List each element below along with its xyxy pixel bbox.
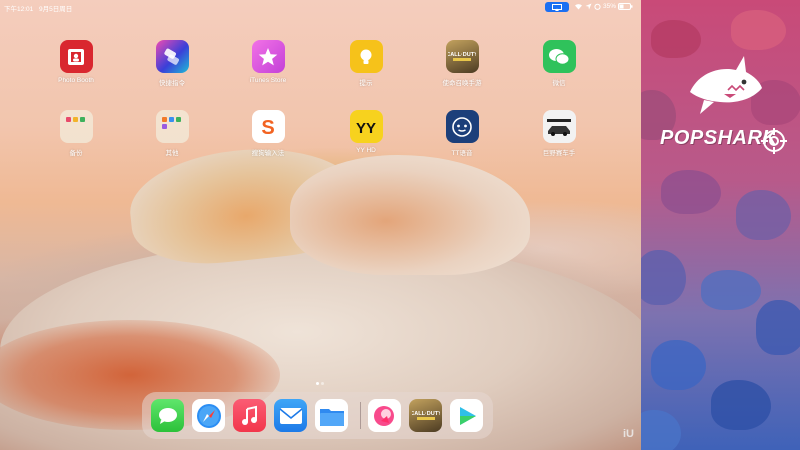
svg-text:YY: YY bbox=[356, 120, 376, 135]
camo-patch bbox=[731, 10, 786, 50]
app-sogou[interactable]: S 搜狗输入法 bbox=[238, 110, 298, 157]
camo-patch bbox=[661, 170, 721, 214]
app-label: 备份 bbox=[69, 150, 83, 157]
ipad-screen: 下午12:01 9月5日周日 35% Photo Booth 快捷指令 iTun… bbox=[0, 0, 641, 450]
dock-divider bbox=[360, 402, 361, 429]
wifi-icon bbox=[575, 4, 582, 10]
folder-other[interactable]: 其他 bbox=[142, 110, 202, 157]
dock-music-icon[interactable] bbox=[233, 399, 266, 432]
camo-patch bbox=[651, 20, 701, 58]
dock: CALL·DUTY bbox=[142, 392, 493, 439]
shortcuts-icon bbox=[155, 40, 189, 73]
location-icon bbox=[585, 3, 592, 10]
app-label: YY HD bbox=[356, 147, 376, 154]
camo-patch bbox=[641, 250, 686, 305]
camo-patch bbox=[756, 300, 800, 355]
wallpaper-rock bbox=[290, 155, 530, 275]
app-wechat[interactable]: 微信 bbox=[529, 40, 589, 87]
app-yy-hd[interactable]: YY YY HD bbox=[336, 110, 396, 154]
app-label: 其他 bbox=[165, 150, 179, 157]
app-label: iTunes Store bbox=[249, 77, 287, 84]
dock-call-of-duty-icon[interactable]: CALL·DUTY bbox=[409, 399, 442, 432]
dock-files-icon[interactable] bbox=[315, 399, 348, 432]
dock-mail-icon[interactable] bbox=[274, 399, 307, 432]
status-date: 9月5日周日 bbox=[39, 6, 73, 13]
watermark: iU bbox=[623, 428, 634, 440]
app-call-of-duty[interactable]: CALL·DUTY 使命召唤手游 bbox=[432, 40, 492, 87]
camo-patch bbox=[736, 190, 791, 240]
dock-messages-icon[interactable] bbox=[151, 399, 184, 432]
svg-text:CALL·DUTY: CALL·DUTY bbox=[412, 411, 440, 417]
app-itunes-store[interactable]: iTunes Store bbox=[238, 40, 298, 84]
page-dot bbox=[321, 382, 324, 385]
folder-icon bbox=[59, 110, 93, 143]
app-racing-game[interactable]: 巨野赛车手 bbox=[529, 110, 589, 157]
app-shortcuts[interactable]: 快捷指令 bbox=[142, 40, 202, 87]
dock-live-app-icon[interactable] bbox=[368, 399, 401, 432]
dock-video-player-icon[interactable] bbox=[450, 399, 483, 432]
photo-booth-icon bbox=[59, 40, 93, 73]
yy-icon: YY bbox=[349, 110, 383, 143]
racing-game-icon bbox=[542, 110, 576, 143]
folder-backup[interactable]: 备份 bbox=[46, 110, 106, 157]
app-label: TT语音 bbox=[451, 150, 473, 157]
call-of-duty-icon: CALL·DUTY bbox=[445, 40, 479, 73]
app-label: 快捷指令 bbox=[159, 80, 185, 87]
battery-percentage: 35% bbox=[603, 3, 617, 10]
camo-patch bbox=[711, 380, 771, 430]
app-label: Photo Booth bbox=[58, 77, 94, 84]
svg-text:S: S bbox=[261, 117, 274, 138]
app-label: 搜狗输入法 bbox=[251, 150, 285, 157]
app-label: 提示 bbox=[359, 80, 373, 87]
crosshair-icon bbox=[761, 128, 787, 154]
app-label: 微信 bbox=[552, 80, 566, 87]
itunes-store-icon bbox=[251, 40, 285, 73]
svg-text:CALL·DUTY: CALL·DUTY bbox=[448, 52, 476, 58]
folder-icon bbox=[155, 110, 189, 143]
status-bar: 下午12:01 9月5日周日 35% bbox=[0, 0, 641, 14]
camo-patch bbox=[701, 270, 761, 310]
status-time: 下午12:01 bbox=[4, 6, 34, 13]
wechat-icon bbox=[542, 40, 576, 73]
battery-icon bbox=[618, 3, 633, 10]
camo-patch bbox=[651, 340, 706, 390]
camo-patch bbox=[641, 410, 681, 450]
dock-safari-icon[interactable] bbox=[192, 399, 225, 432]
app-tips[interactable]: 提示 bbox=[336, 40, 396, 87]
app-tt-voice[interactable]: TT语音 bbox=[432, 110, 492, 157]
screen-mirror-icon[interactable] bbox=[545, 2, 569, 12]
shark-logo-icon bbox=[690, 56, 762, 114]
tips-icon bbox=[349, 40, 383, 73]
app-label: 巨野赛车手 bbox=[542, 150, 576, 157]
tt-voice-icon bbox=[445, 110, 479, 143]
app-label: 使命召唤手游 bbox=[442, 80, 482, 87]
alarm-icon bbox=[594, 3, 601, 10]
page-indicator[interactable] bbox=[316, 372, 326, 385]
app-photo-booth[interactable]: Photo Booth bbox=[46, 40, 106, 84]
sogou-icon: S bbox=[251, 110, 285, 143]
page-dot bbox=[316, 382, 319, 385]
